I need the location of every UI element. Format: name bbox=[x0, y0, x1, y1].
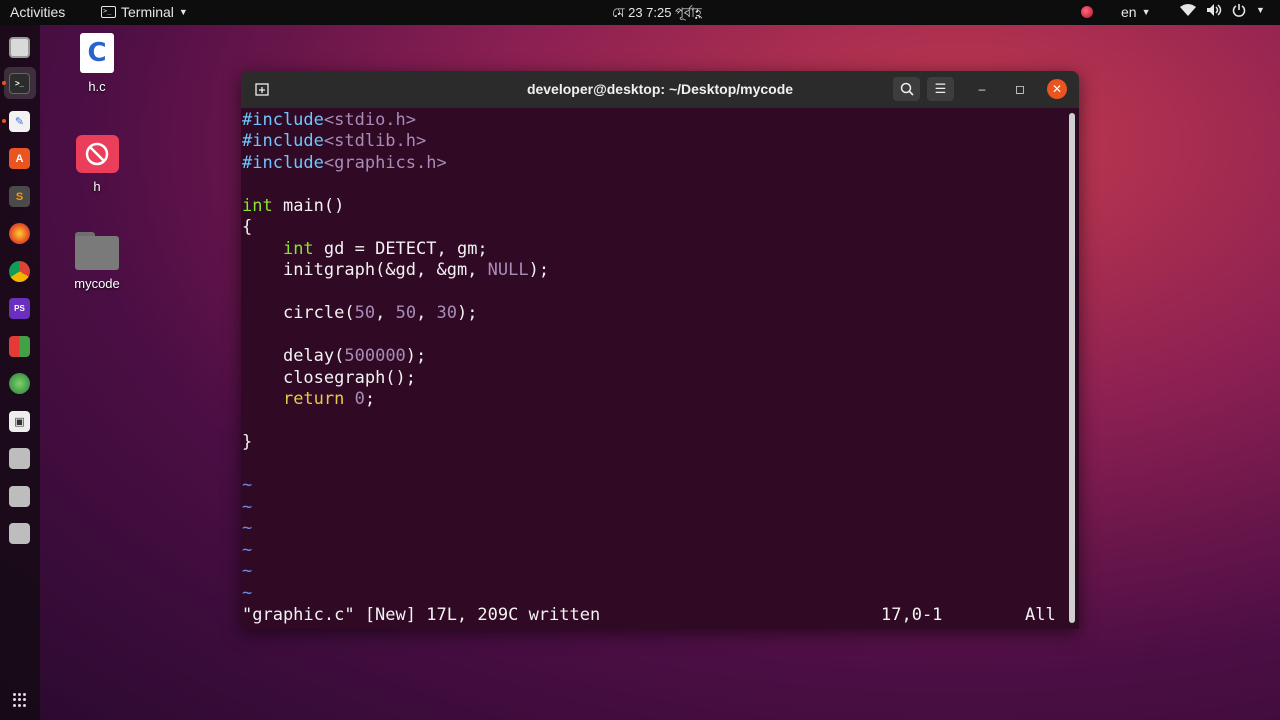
minimize-icon[interactable]: – bbox=[971, 78, 993, 100]
language-selector[interactable]: en ▼ bbox=[1121, 4, 1151, 20]
software-center-icon[interactable]: A bbox=[9, 148, 30, 169]
folder-icon bbox=[75, 232, 119, 270]
show-applications-icon[interactable] bbox=[13, 693, 27, 707]
code-line: int gd = DETECT, gm; bbox=[282, 239, 488, 259]
c-file-icon: C bbox=[80, 33, 114, 73]
empty-line-marker: ~ bbox=[242, 540, 253, 560]
code-line: circle(50, 50, 30); bbox=[282, 303, 478, 323]
empty-line-marker: ~ bbox=[242, 518, 253, 538]
sublime-text-icon[interactable]: S bbox=[9, 186, 30, 207]
system-menu[interactable]: ▼ bbox=[1180, 3, 1265, 17]
phpstorm-icon[interactable]: PS bbox=[9, 298, 30, 319]
code-line: return 0; bbox=[282, 389, 376, 409]
desktop-icon-label: mycode bbox=[74, 276, 120, 291]
app-menu-label: Terminal bbox=[121, 4, 174, 20]
chrome-icon[interactable] bbox=[9, 261, 30, 282]
app-icon[interactable]: ▣ bbox=[9, 411, 30, 432]
drive-icon[interactable] bbox=[9, 486, 30, 507]
running-indicator bbox=[2, 119, 6, 123]
terminal-window: developer@desktop: ~/Desktop/mycode ☰ – … bbox=[241, 71, 1079, 629]
scroll-indicator: All bbox=[1025, 605, 1056, 625]
desktop-icon-mycode[interactable]: mycode bbox=[57, 232, 137, 291]
code-line: closegraph(); bbox=[282, 368, 417, 388]
activities-button[interactable]: Activities bbox=[10, 4, 65, 20]
volume-icon bbox=[1207, 4, 1222, 16]
empty-line-marker: ~ bbox=[242, 561, 253, 581]
empty-line-marker: ~ bbox=[242, 583, 253, 603]
clock[interactable]: মে 23 7:25 পূর্বাহ্ণ bbox=[612, 4, 702, 25]
app-icon[interactable] bbox=[9, 373, 30, 394]
no-entry-icon bbox=[75, 135, 119, 173]
dock: >_ ✎ A S PS ▣ bbox=[0, 25, 40, 720]
desktop-icon-h[interactable]: h bbox=[57, 135, 137, 194]
app-menu[interactable]: >_ Terminal ▼ bbox=[101, 4, 188, 20]
terminal-app-icon[interactable]: >_ bbox=[9, 73, 30, 94]
empty-line-marker: ~ bbox=[242, 475, 253, 495]
desktop-icon-label: h.c bbox=[88, 79, 106, 94]
code-line: int main() bbox=[242, 196, 345, 216]
record-indicator-icon[interactable] bbox=[1081, 6, 1093, 18]
scrollbar[interactable] bbox=[1069, 113, 1075, 623]
search-icon[interactable] bbox=[893, 77, 920, 101]
code-line: initgraph(&gd, &gm, NULL); bbox=[282, 260, 550, 280]
code-line: { bbox=[242, 217, 253, 237]
language-label: en bbox=[1121, 4, 1137, 20]
running-indicator bbox=[2, 81, 6, 85]
firefox-icon[interactable] bbox=[9, 223, 30, 244]
close-icon[interactable]: ✕ bbox=[1047, 79, 1067, 99]
cursor-position: 17,0-1 bbox=[881, 605, 943, 625]
chevron-down-icon: ▼ bbox=[1141, 7, 1151, 17]
terminal-icon: >_ bbox=[101, 6, 116, 18]
drive-icon[interactable] bbox=[9, 523, 30, 544]
drive-icon[interactable] bbox=[9, 448, 30, 469]
power-icon bbox=[1232, 4, 1246, 17]
maximize-icon[interactable]: ◻ bbox=[1009, 78, 1031, 100]
desktop-icon-h-c[interactable]: C h.c bbox=[57, 33, 137, 94]
code-line: delay(500000); bbox=[282, 346, 427, 366]
code-line: } bbox=[242, 432, 253, 452]
vim-editor[interactable]: #include<stdio.h> #include<stdlib.h> #in… bbox=[241, 108, 1079, 629]
app-icon[interactable] bbox=[9, 336, 30, 357]
hamburger-menu-icon[interactable]: ☰ bbox=[927, 77, 954, 101]
chevron-down-icon: ▼ bbox=[178, 7, 188, 17]
wifi-icon bbox=[1180, 4, 1196, 16]
empty-line-marker: ~ bbox=[242, 497, 253, 517]
status-message: "graphic.c" [New] 17L, 209C written bbox=[242, 605, 601, 625]
text-editor-app-icon[interactable]: ✎ bbox=[9, 111, 30, 132]
code-line: #include<graphics.h> bbox=[242, 153, 447, 173]
title-bar[interactable]: developer@desktop: ~/Desktop/mycode ☰ – … bbox=[241, 71, 1079, 108]
files-app-icon[interactable] bbox=[9, 37, 30, 58]
chevron-down-icon: ▼ bbox=[1256, 5, 1265, 15]
top-bar: Activities >_ Terminal ▼ মে 23 7:25 পূর্… bbox=[0, 0, 1280, 25]
desktop-icon-label: h bbox=[93, 179, 101, 194]
code-line: #include<stdlib.h> bbox=[242, 131, 427, 151]
code-line: #include<stdio.h> bbox=[242, 110, 417, 130]
